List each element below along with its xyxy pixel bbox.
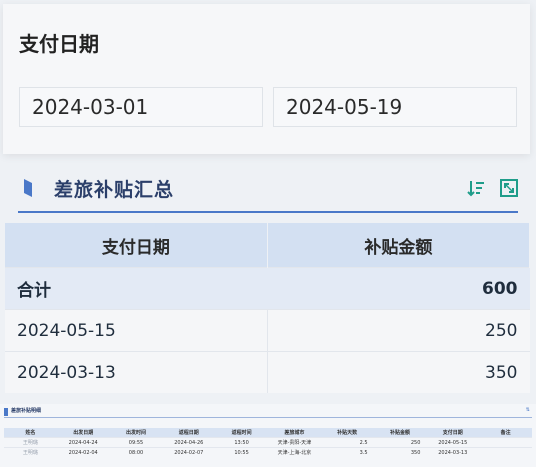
cell-days: 2.5 — [320, 437, 374, 448]
table-row[interactable]: 王明璐 2024-04-24 09:55 2024-04-26 13:50 天津… — [4, 437, 532, 448]
cell-days: 3.5 — [320, 447, 374, 457]
row-date: 2024-03-13 — [5, 351, 268, 393]
cell-amount: 250 — [373, 437, 427, 448]
detail-header[interactable]: 差旅城市 — [267, 428, 321, 438]
cell-note — [479, 437, 532, 448]
detail-panel: 差旅补贴明细 ⇅ 姓名 出发日期 出发时间 返程日期 返程时间 差旅城市 补贴天… — [0, 404, 536, 467]
detail-header[interactable]: 备注 — [479, 428, 532, 438]
total-amount: 600 — [267, 267, 530, 310]
detail-header[interactable]: 返程日期 — [162, 428, 216, 438]
cell-note — [479, 447, 532, 457]
expand-icon[interactable] — [498, 177, 520, 199]
cell-return-date: 2024-02-07 — [162, 447, 216, 457]
cell-depart-time: 09:55 — [109, 437, 163, 448]
total-row: 合计 600 — [5, 267, 530, 310]
table-row[interactable]: 2024-05-15 250 — [5, 309, 530, 352]
table-row[interactable]: 王明璐 2024-02-04 08:00 2024-02-07 10:55 天津… — [4, 447, 532, 457]
flag-icon — [24, 179, 32, 197]
detail-header[interactable]: 支付日期 — [426, 428, 480, 438]
summary-table: 支付日期 补贴金额 合计 600 2024-05-15 250 2024-03-… — [5, 223, 531, 393]
cell-return-date: 2024-04-26 — [162, 437, 216, 448]
detail-header[interactable]: 补贴金额 — [373, 428, 427, 438]
header-pay-date[interactable]: 支付日期 — [5, 223, 268, 268]
header-amount[interactable]: 补贴金额 — [267, 223, 531, 268]
summary-header: 差旅补贴汇总 — [0, 165, 536, 213]
cell-pay-date: 2024-03-13 — [426, 447, 480, 457]
row-amount: 250 — [267, 309, 530, 352]
detail-underline — [4, 417, 532, 418]
sort-icon[interactable] — [465, 177, 487, 199]
row-amount: 350 — [267, 351, 530, 393]
cell-depart-date: 2024-02-04 — [56, 447, 110, 457]
cell-depart-date: 2024-04-24 — [56, 437, 110, 448]
detail-table: 姓名 出发日期 出发时间 返程日期 返程时间 差旅城市 补贴天数 补贴金额 支付… — [4, 428, 532, 457]
flag-icon — [4, 408, 8, 416]
cell-depart-time: 08:00 — [109, 447, 163, 457]
cell-return-time: 10:55 — [215, 447, 268, 457]
detail-header[interactable]: 出发日期 — [56, 428, 110, 438]
filter-title: 支付日期 — [19, 32, 99, 56]
total-label: 合计 — [5, 267, 268, 310]
end-date-input[interactable]: 2024-05-19 — [273, 87, 517, 127]
cell-pay-date: 2024-05-15 — [426, 437, 480, 448]
detail-header[interactable]: 补贴天数 — [320, 428, 374, 438]
cell-amount: 350 — [373, 447, 427, 457]
detail-header[interactable]: 姓名 — [4, 428, 57, 438]
detail-title: 差旅补贴明细 — [11, 408, 42, 414]
cell-city: 天津-上海-北京 — [267, 447, 321, 457]
cell-name: 王明璐 — [4, 447, 57, 457]
row-date: 2024-05-15 — [5, 309, 268, 352]
summary-underline — [18, 211, 518, 213]
summary-title: 差旅补贴汇总 — [54, 179, 175, 201]
detail-header[interactable]: 出发时间 — [109, 428, 163, 438]
detail-header[interactable]: 返程时间 — [215, 428, 268, 438]
start-date-input[interactable]: 2024-03-01 — [19, 87, 263, 127]
cell-city: 天津-贵阳-天津 — [267, 437, 321, 448]
cell-return-time: 13:50 — [215, 437, 268, 448]
sort-icon[interactable]: ⇅ — [526, 407, 530, 413]
table-row[interactable]: 2024-03-13 350 — [5, 351, 530, 393]
date-filter-card: 支付日期 2024-03-01 2024-05-19 — [3, 4, 530, 154]
summary-panel: 差旅补贴汇总 支付日期 补贴金额 合计 600 2024-05-15 250 2… — [0, 165, 536, 397]
cell-name: 王明璐 — [4, 437, 57, 448]
